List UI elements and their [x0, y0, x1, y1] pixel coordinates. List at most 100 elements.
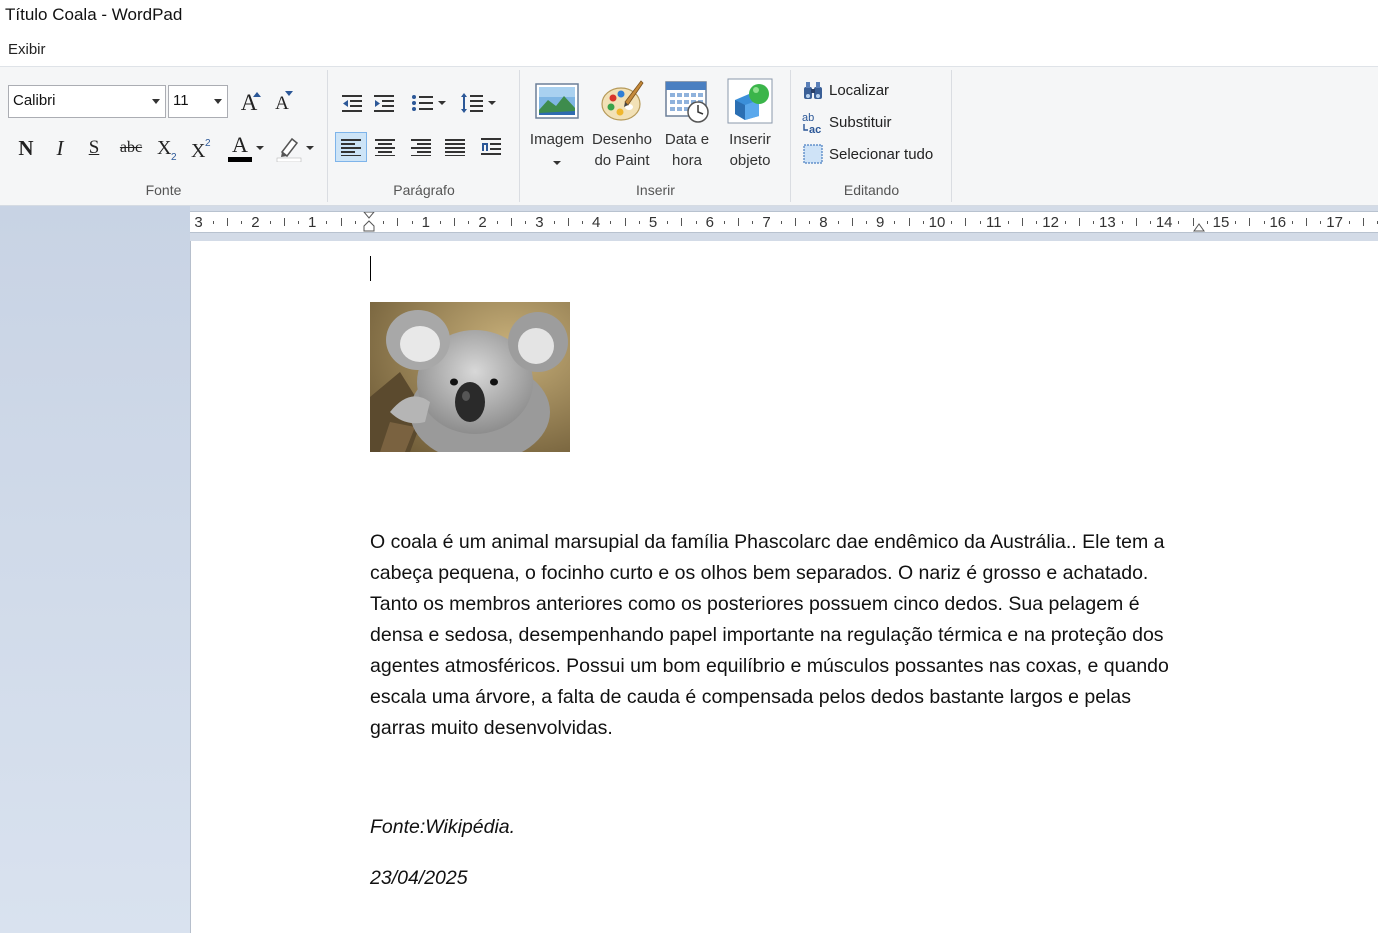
chevron-down-icon: [152, 99, 160, 104]
find-button[interactable]: Localizar: [802, 79, 889, 101]
ruler-number: 14: [1155, 214, 1173, 231]
replace-icon: ab ac: [802, 111, 824, 136]
editing-group-label: Editando: [843, 182, 900, 198]
align-right-icon: [411, 139, 431, 156]
underline-button[interactable]: S: [80, 132, 108, 164]
arrow-up-icon: [253, 92, 261, 97]
right-indent-marker-icon[interactable]: [1193, 221, 1207, 233]
ruler-tick: [525, 221, 527, 224]
superscript-button[interactable]: X 2: [188, 134, 216, 164]
strikethrough-button[interactable]: abc: [114, 132, 148, 164]
ruler-tick: [965, 218, 967, 226]
ruler-tick: [922, 221, 924, 224]
font-family-select[interactable]: Calibri: [8, 85, 166, 118]
chevron-down-icon: [553, 161, 561, 165]
decrease-indent-button[interactable]: [339, 90, 365, 116]
ruler-tick: [1363, 218, 1364, 226]
shrink-font-button[interactable]: A: [268, 90, 296, 118]
insert-object-label-2: objeto: [729, 152, 771, 169]
ruler-tick: [695, 221, 697, 224]
insert-object-icon: [727, 78, 773, 124]
ruler-tick: [624, 218, 626, 226]
koala-photo: [370, 302, 570, 452]
svg-text:2: 2: [171, 152, 177, 162]
bold-button[interactable]: N: [12, 132, 40, 164]
svg-text:2: 2: [205, 138, 211, 149]
document-body: O coala é um animal marsupial da família…: [370, 527, 1220, 744]
ruler-tick: [809, 221, 811, 224]
italic-button[interactable]: I: [46, 132, 74, 164]
ruler-tick: [1178, 221, 1180, 224]
text-line: garras muito desenvolvidas.: [370, 717, 613, 739]
font-family-value: Calibri: [13, 92, 56, 109]
increase-indent-button[interactable]: [371, 90, 397, 116]
ruler-tick: [795, 218, 796, 226]
align-right-button[interactable]: [405, 132, 437, 162]
ruler-tick: [894, 221, 896, 224]
ruler-tick: [1292, 221, 1293, 224]
ruler-tick: [1150, 221, 1151, 224]
koala-image[interactable]: [370, 302, 570, 452]
chevron-down-icon: [214, 99, 222, 104]
date-time-button[interactable]: Data e hora: [657, 78, 717, 171]
calendar-clock-icon: [664, 78, 710, 124]
ruler-tick: [837, 221, 839, 224]
ruler-number: 16: [1269, 214, 1287, 231]
grow-font-button[interactable]: A: [234, 88, 264, 118]
ruler-number: 3: [194, 214, 203, 231]
select-all-button[interactable]: Selecionar tudo: [802, 143, 933, 165]
decrease-indent-icon: [342, 95, 362, 112]
align-center-button[interactable]: [369, 132, 401, 162]
ruler-tick: [283, 218, 285, 226]
ruler-number: 9: [876, 214, 885, 231]
ruler-tick: [340, 218, 342, 226]
ruler-tick: [1022, 218, 1024, 226]
menu-bar: Exibir: [0, 34, 1378, 66]
insert-object-label-1: Inserir: [729, 131, 771, 148]
paragraph-button[interactable]: [475, 132, 507, 162]
text-line: escala uma árvore, a falta de cauda é co…: [370, 686, 1131, 708]
paint-drawing-label-2: do Paint: [594, 152, 650, 169]
ruler-tick: [1064, 221, 1066, 224]
replace-label: Substituir: [829, 113, 892, 131]
insert-image-button[interactable]: Imagem: [526, 78, 588, 171]
ruler[interactable]: 3 2 1 1 2 3 4 5 6 7 8 9 10 11 12 13 14 15 16 17: [190, 211, 1378, 233]
align-center-icon: [375, 139, 395, 156]
ruler-tick: [397, 218, 399, 226]
line-spacing-button[interactable]: [457, 90, 499, 116]
editing-group: Localizar ab ac Substituir Selecionar tu…: [792, 70, 952, 202]
ruler-tick: [951, 221, 953, 224]
indent-marker-icon[interactable]: [362, 211, 376, 233]
highlight-color-button[interactable]: [272, 132, 318, 164]
chevron-down-icon: [438, 101, 446, 105]
align-left-button[interactable]: [335, 132, 367, 162]
svg-text:ab: ab: [802, 112, 814, 124]
ruler-number: 7: [762, 214, 771, 231]
menu-view[interactable]: Exibir: [8, 41, 46, 58]
align-left-icon: [341, 139, 361, 156]
paint-drawing-button[interactable]: Desenho do Paint: [591, 78, 653, 171]
paragraph-group-label: Parágrafo: [393, 182, 455, 198]
ruler-tick: [553, 221, 555, 224]
ruler-tick: [610, 221, 612, 224]
justify-button[interactable]: [439, 132, 471, 162]
replace-button[interactable]: ab ac Substituir: [802, 111, 892, 136]
ruler-tick: [1093, 221, 1095, 224]
ruler-tick: [411, 221, 413, 224]
ruler-tick: [866, 221, 867, 224]
font-size-select[interactable]: 11: [168, 85, 228, 118]
ruler-number: 17: [1326, 214, 1343, 231]
insert-object-button[interactable]: Inserir objeto: [719, 78, 781, 171]
picture-icon: [534, 78, 580, 124]
chevron-down-icon: [306, 146, 314, 150]
increase-indent-icon: [374, 95, 394, 112]
subscript-button[interactable]: X 2: [154, 134, 182, 164]
ruler-tick: [1036, 221, 1038, 224]
bullet-list-button[interactable]: [407, 90, 449, 116]
text-color-button[interactable]: A: [224, 132, 268, 164]
subscript-icon: X 2: [157, 137, 177, 162]
chevron-down-icon: [488, 101, 496, 105]
line-spacing-icon: [461, 93, 483, 113]
document-page[interactable]: O coala é um animal marsupial da família…: [190, 241, 1378, 933]
ruler-tick: [269, 221, 271, 224]
